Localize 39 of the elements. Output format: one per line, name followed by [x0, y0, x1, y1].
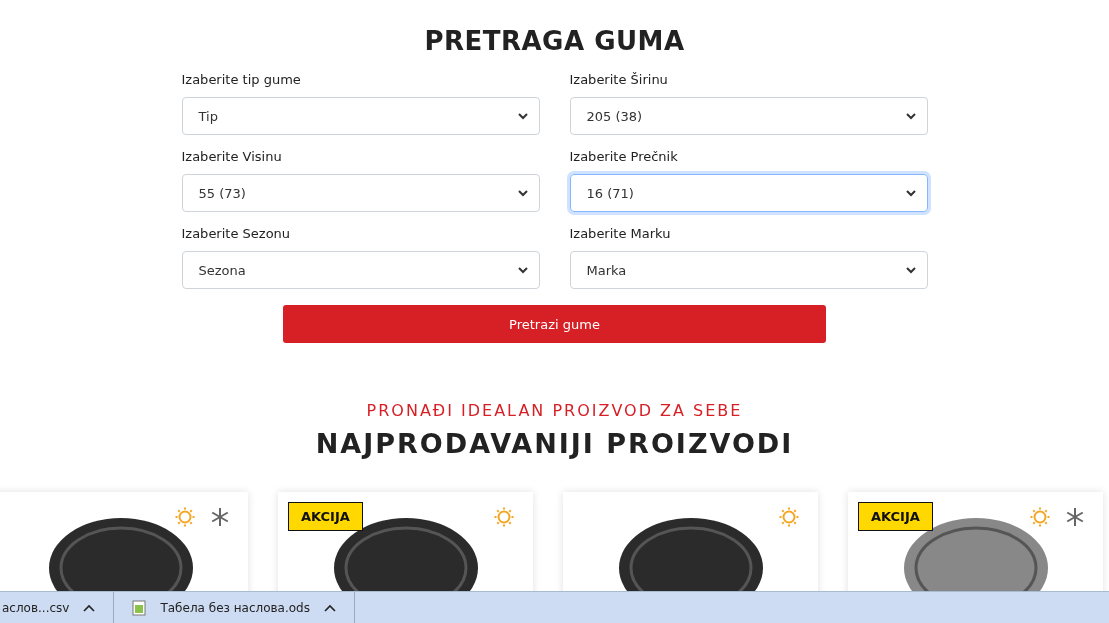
chevron-down-icon [904, 264, 917, 276]
spreadsheet-file-icon [132, 599, 147, 616]
chevron-down-icon [516, 187, 529, 199]
select-field[interactable]: 55 (73) [181, 174, 540, 212]
product-card[interactable] [563, 492, 818, 591]
sun-icon [493, 506, 515, 528]
search-button[interactable]: Pretrazi gume [283, 305, 826, 343]
product-card[interactable]: AKCIJA [848, 492, 1103, 591]
download-item[interactable]: аслов...csv [2, 600, 70, 615]
snowflake-icon [210, 506, 230, 528]
sun-icon [1029, 506, 1051, 528]
product-card[interactable]: AKCIJA [278, 492, 533, 591]
download-item[interactable]: Табела без наслова.ods [160, 600, 310, 615]
caret-up-icon[interactable] [324, 603, 336, 612]
chevron-down-icon [516, 264, 529, 276]
chevron-down-icon [516, 110, 529, 122]
sun-icon [778, 506, 800, 528]
section-title: NAJPRODAVANIJI PROIZVODI [315, 428, 794, 459]
chevron-down-icon [904, 187, 917, 199]
field-label: Izaberite Visinu [181, 149, 283, 164]
field-label: Izaberite Marku [569, 226, 672, 241]
page-title: PRETRAGA GUMA [424, 26, 685, 56]
select-field[interactable]: 205 (38) [569, 97, 928, 135]
select-field[interactable]: 16 (71) [569, 174, 928, 212]
sun-icon [174, 506, 196, 528]
field-label: Izaberite Sezonu [181, 226, 292, 241]
field-label: Izaberite Širinu [569, 72, 669, 87]
select-field[interactable]: Marka [569, 251, 928, 289]
field-label: Izaberite Prečnik [569, 149, 679, 164]
field-label: Izaberite tip gume [181, 72, 302, 87]
product-card[interactable] [0, 492, 248, 591]
select-field[interactable]: Tip [181, 97, 540, 135]
chevron-down-icon [904, 110, 917, 122]
sale-badge: AKCIJA [288, 502, 363, 531]
section-subtitle: PRONAĐI IDEALAN PROIZVOD ZA SEBE [366, 401, 743, 420]
select-field[interactable]: Sezona [181, 251, 540, 289]
sale-badge: AKCIJA [858, 502, 933, 531]
snowflake-icon [1065, 506, 1085, 528]
caret-up-icon[interactable] [83, 603, 96, 612]
